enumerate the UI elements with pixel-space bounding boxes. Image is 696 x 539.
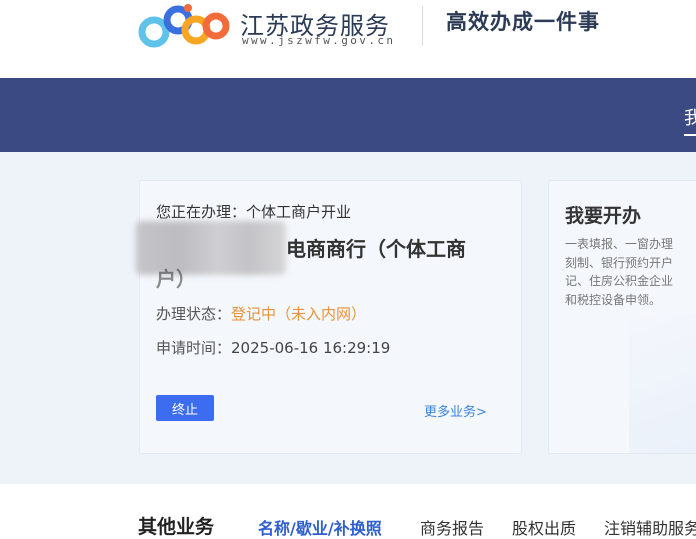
status-row: 办理状态：登记中（未入内网） [156,303,366,324]
jiangsu-logo-icon[interactable] [138,2,230,48]
business-name: 电商商行（个体工商 [286,237,466,261]
card-decoration [629,313,696,453]
nav-active-underline [684,134,696,136]
current-application-card: 您正在办理：个体工商户开业 电商商行（个体工商 户） 办理状态：登记中（未入内网… [136,180,522,454]
nav-item-mine[interactable]: 我 [684,104,696,130]
time-value: 2025-06-16 16:29:19 [231,339,391,357]
other-business-title: 其他业务 [138,516,215,538]
slogan: 高效办成一件事 [446,10,600,34]
main-content: 您正在办理：个体工商户开业 电商商行（个体工商 户） 办理状态：登记中（未入内网… [0,152,696,484]
time-row: 申请时间：2025-06-16 16:29:19 [156,337,390,358]
nav-bar: 我 [0,78,696,152]
tab-deregistration[interactable]: 注销辅助服务 [604,515,696,539]
desc-line: 一表填报、一窗办理 [565,237,674,251]
tab-business-report[interactable]: 商务报告 [420,515,484,539]
more-business-link[interactable]: 更多业务> [424,401,487,420]
open-business-card[interactable]: 我要开办 一表填报、一窗办理 刻制、银行预约开户 记、住房公积金企业 和税控设备… [548,180,696,454]
status-badge: 登记中（未入内网） [231,305,367,323]
tab-equity-pledge[interactable]: 股权出质 [512,515,576,539]
desc-line: 刻制、银行预约开户 [565,255,674,270]
site-header: 江苏政务服务 www.jszwfw.gov.cn 高效办成一件事 [0,0,696,78]
other-business-section: 其他业务 名称/歇业/补换照 商务报告 股权出质 注销辅助服务 [0,484,696,539]
stop-button[interactable]: 终止 [156,395,214,421]
header-divider [422,6,423,46]
site-url: www.jszwfw.gov.cn [242,34,396,47]
processing-label: 您正在办理：个体工商户开业 [156,203,352,221]
desc-line: 和税控设备申领。 [565,292,662,307]
status-label: 办理状态： [156,305,232,323]
business-name-line2: 户） [156,267,196,291]
desc-line: 记、住房公积金企业 [565,274,674,288]
tab-name-change[interactable]: 名称/歇业/补换照 [258,515,382,539]
time-label: 申请时间： [156,339,232,357]
open-business-desc: 一表填报、一窗办理 刻制、银行预约开户 记、住房公积金企业 和税控设备申领。 [565,235,696,309]
open-business-title: 我要开办 [565,205,642,227]
